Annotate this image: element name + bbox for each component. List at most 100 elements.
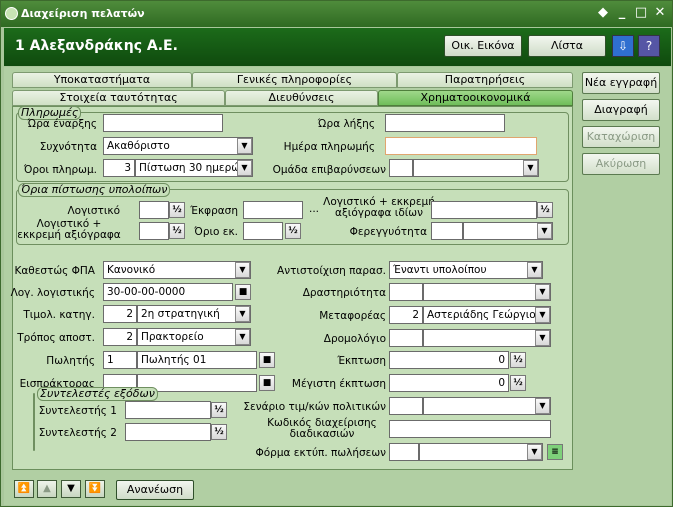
image-button[interactable]: Οικ. Εικόνα: [444, 35, 522, 57]
match-select[interactable]: Έναντι υπολοίπου: [389, 261, 543, 279]
tab-financial[interactable]: Χρηματοοικονομικά: [378, 90, 573, 106]
discount-field[interactable]: 0: [389, 351, 509, 369]
close-button[interactable]: ✕: [652, 5, 668, 21]
route-select[interactable]: [423, 329, 551, 347]
coefficient-2-label: Συντελεστής 2: [38, 427, 117, 439]
chevron-down-icon[interactable]: ▼: [235, 329, 250, 345]
first-record-button[interactable]: ⏫: [14, 480, 34, 498]
accounting-field[interactable]: [139, 201, 169, 219]
carrier-label: Μεταφορέας: [319, 310, 386, 322]
tab-remarks[interactable]: Παρατηρήσεις: [397, 72, 573, 88]
lookup-icon[interactable]: ■: [259, 352, 275, 368]
terms-code-field[interactable]: 3: [103, 159, 135, 177]
chevron-down-icon[interactable]: ▼: [235, 262, 250, 278]
save-button[interactable]: Καταχώριση: [582, 126, 660, 148]
pay-day-field[interactable]: [385, 137, 537, 155]
calculator-icon[interactable]: ½: [211, 402, 227, 418]
limit-field[interactable]: [243, 222, 283, 240]
help-icon[interactable]: ?: [638, 35, 660, 57]
charge-group-code[interactable]: [389, 159, 413, 177]
ellipsis-button[interactable]: ...: [309, 203, 319, 215]
carrier-code[interactable]: 2: [389, 306, 423, 324]
print-form-code[interactable]: [389, 443, 419, 461]
accounting-pending-field[interactable]: [139, 222, 169, 240]
limit-label: Όριο εκ.: [194, 226, 238, 238]
frequency-select[interactable]: Ακαθόριστο: [103, 137, 253, 155]
lookup-icon[interactable]: ■: [259, 375, 275, 391]
minimize-button[interactable]: _: [614, 5, 630, 21]
price-category-code[interactable]: 2: [103, 305, 137, 323]
calculator-icon[interactable]: ½: [537, 202, 553, 218]
tab-identity[interactable]: Στοιχεία ταυτότητας: [12, 90, 225, 106]
financial-panel: Πληρωμές Ώρα έναρξης Ώρα λήξης Συχνότητα…: [10, 106, 573, 470]
new-record-button[interactable]: Νέα εγγραφή: [582, 72, 660, 94]
chevron-down-icon[interactable]: ▼: [237, 160, 252, 176]
lookup-icon[interactable]: ■: [235, 284, 251, 300]
account-field[interactable]: 30-00-00-0000: [103, 283, 233, 301]
seller-code[interactable]: 1: [103, 351, 137, 369]
chevron-down-icon[interactable]: ▼: [535, 307, 550, 323]
calculator-icon[interactable]: ½: [169, 223, 185, 239]
diamond-icon[interactable]: ◆: [595, 5, 611, 21]
shipping-select[interactable]: Πρακτορείο: [137, 328, 251, 346]
chevron-down-icon[interactable]: ▼: [537, 223, 552, 239]
seller-field[interactable]: Πωλητής 01: [137, 351, 257, 369]
chevron-down-icon[interactable]: ▼: [527, 444, 542, 460]
delete-button[interactable]: Διαγραφή: [582, 99, 660, 121]
previous-record-button[interactable]: ▲: [37, 480, 57, 498]
vat-label: Καθεστώς ΦΠΑ: [14, 265, 95, 277]
max-discount-field[interactable]: 0: [389, 374, 509, 392]
mgmt-code-field[interactable]: [389, 420, 551, 438]
terms-label: Όροι πληρωμ.: [23, 164, 97, 176]
print-form-label: Φόρμα εκτύπ. πωλήσεων: [255, 447, 386, 459]
account-label: Λογ. λογιστικής: [10, 287, 95, 299]
charge-group-select[interactable]: [413, 159, 539, 177]
cancel-button[interactable]: Ακύρωση: [582, 153, 660, 175]
price-category-select[interactable]: 2η στρατηγική: [137, 305, 251, 323]
reliability-code[interactable]: [431, 222, 463, 240]
scenario-code[interactable]: [389, 397, 423, 415]
max-discount-label: Μέγιστη έκπτωση: [291, 378, 386, 390]
coefficient-2-field[interactable]: [125, 423, 211, 441]
route-code[interactable]: [389, 329, 423, 347]
chevron-down-icon[interactable]: ▼: [527, 262, 542, 278]
chevron-down-icon[interactable]: ▼: [235, 306, 250, 322]
calculator-icon[interactable]: ½: [285, 223, 301, 239]
calculator-icon[interactable]: ½: [211, 424, 227, 440]
start-time-field[interactable]: [103, 114, 223, 132]
chevron-down-icon[interactable]: ▼: [535, 398, 550, 414]
shipping-code[interactable]: 2: [103, 328, 137, 346]
last-record-button[interactable]: ⏬: [85, 480, 105, 498]
tab-general-info[interactable]: Γενικές πληροφορίες: [192, 72, 397, 88]
refresh-button[interactable]: Ανανέωση: [116, 480, 194, 500]
terms-select[interactable]: Πίστωση 30 ημερών: [135, 159, 253, 177]
activity-code[interactable]: [389, 283, 423, 301]
seller-label: Πωλητής: [46, 355, 95, 367]
calculator-icon[interactable]: ½: [169, 202, 185, 218]
accounting-own-field[interactable]: [431, 201, 537, 219]
vat-select[interactable]: Κανονικό: [103, 261, 251, 279]
calculator-icon[interactable]: ½: [510, 352, 526, 368]
activity-label: Δραστηριότητα: [302, 287, 386, 299]
scenario-select[interactable]: [423, 397, 551, 415]
maximize-button[interactable]: □: [633, 5, 649, 21]
print-form-select[interactable]: [419, 443, 543, 461]
chevron-down-icon[interactable]: ▼: [237, 138, 252, 154]
chevron-down-icon[interactable]: ▼: [523, 160, 538, 176]
list-button[interactable]: Λίστα: [528, 35, 606, 57]
chevron-down-icon[interactable]: ▼: [535, 330, 550, 346]
carrier-select[interactable]: Αστεριάδης Γεώργιος: [423, 306, 551, 324]
route-label: Δρομολόγιο: [323, 333, 386, 345]
next-record-button[interactable]: ▼: [61, 480, 81, 498]
end-time-field[interactable]: [385, 114, 505, 132]
chevron-down-icon[interactable]: ▼: [535, 284, 550, 300]
activity-select[interactable]: [423, 283, 551, 301]
sort-icon[interactable]: ⇩: [612, 35, 634, 57]
tab-branches[interactable]: Υποκαταστήματα: [12, 72, 192, 88]
price-category-label: Τιμολ. κατηγ.: [23, 309, 95, 321]
list-icon[interactable]: ≡: [547, 444, 563, 460]
tab-addresses[interactable]: Διευθύνσεις: [225, 90, 378, 106]
calculator-icon[interactable]: ½: [510, 375, 526, 391]
coefficient-1-field[interactable]: [125, 401, 211, 419]
expression-field[interactable]: [243, 201, 303, 219]
